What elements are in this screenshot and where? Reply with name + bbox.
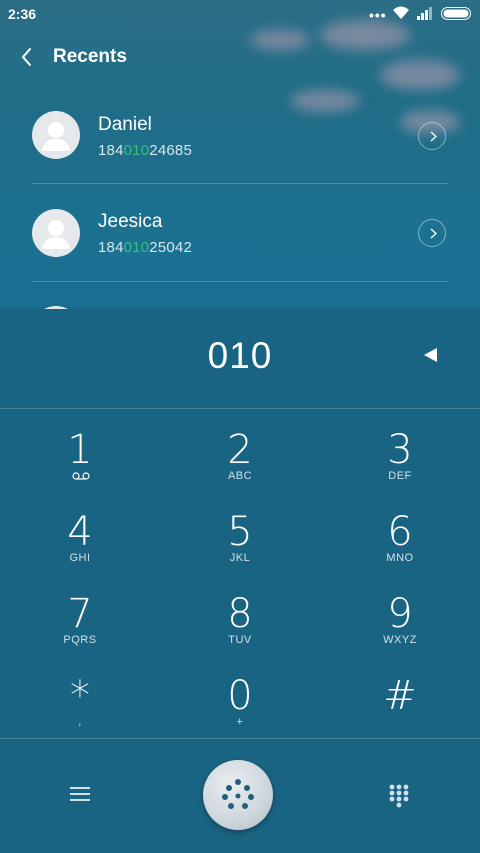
divider [0,738,480,739]
key-7[interactable]: 7 PQRS [0,582,160,664]
contact-details-button[interactable] [418,122,446,150]
recent-contact-row[interactable]: Jeesica 18401025042 [0,184,480,281]
status-bar: 2:36 ••• [0,0,480,28]
app-header: Recents [0,28,480,86]
key-1[interactable]: 1 [0,418,160,500]
divider [32,281,448,282]
voicemail-icon [72,472,90,480]
contact-name: Jeesica [98,211,163,232]
number-entry: 010 [0,309,480,408]
recent-contact-row[interactable]: Daniel 18401024685 [0,86,480,183]
dial-pad: 010 1 2 ABC 3 DEF 4 GHI 5 JKL 6 MNO 7 PQ… [0,309,480,853]
key-4[interactable]: 4 GHI [0,500,160,582]
contact-number: 18401025042 [98,239,192,256]
page-title: Recents [53,46,127,67]
call-button[interactable] [203,760,273,830]
notification-dots: ••• [369,7,387,23]
signal-icon [417,7,432,20]
status-time: 2:36 [8,6,37,22]
battery-icon [441,7,471,20]
key-2[interactable]: 2 ABC [160,418,320,500]
key-9[interactable]: 9 WXYZ [320,582,480,664]
key-5[interactable]: 5 JKL [160,500,320,582]
key-8[interactable]: 8 TUV [160,582,320,664]
backspace-triangle-icon[interactable] [418,344,442,366]
contact-name: Daniel [98,114,152,135]
menu-icon[interactable] [68,784,92,804]
dial-dots-icon [222,779,254,809]
avatar [32,209,80,257]
key-3[interactable]: 3 DEF [320,418,480,500]
contact-details-button[interactable] [418,219,446,247]
back-arrow-icon[interactable] [16,44,40,70]
avatar [32,111,80,159]
wifi-icon [393,6,409,19]
chevron-right-icon [430,131,437,142]
keypad-icon[interactable] [388,783,410,809]
key-0[interactable]: 0 + [160,664,320,746]
divider [0,408,480,409]
recents-list: Daniel 18401024685 Jeesica 18401025042 [0,86,480,309]
contact-number: 18401024685 [98,142,192,159]
key-star[interactable]: * , [0,664,160,746]
key-6[interactable]: 6 MNO [320,500,480,582]
entered-number[interactable]: 010 [0,335,480,377]
key-hash[interactable]: # [320,664,480,746]
chevron-right-icon [430,228,437,239]
